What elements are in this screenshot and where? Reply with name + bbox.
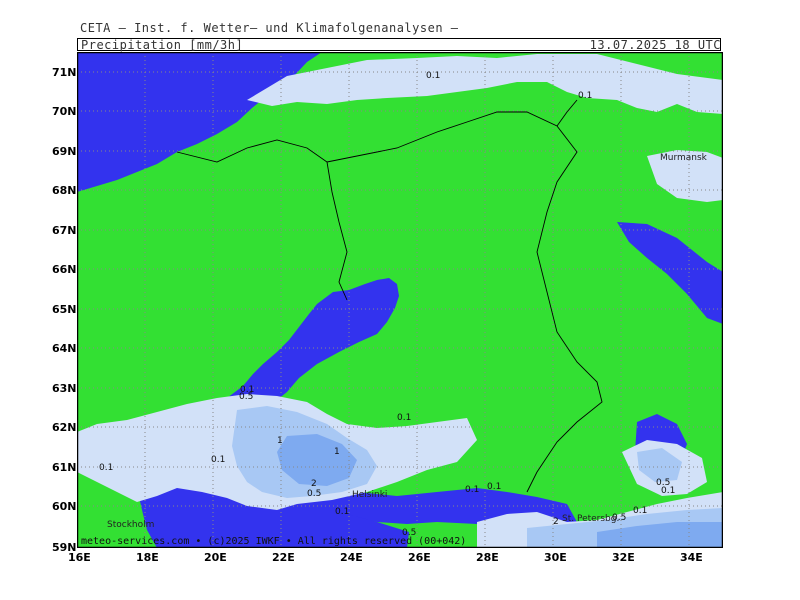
- lon-label: 34E: [680, 551, 703, 564]
- lon-label: 24E: [340, 551, 363, 564]
- lat-label: 67N: [52, 224, 77, 237]
- lat-label: 69N: [52, 145, 77, 158]
- lon-label: 28E: [476, 551, 499, 564]
- lat-label: 63N: [52, 382, 77, 395]
- latitude-labels: 71N 70N 69N 68N 67N 66N 65N 64N 63N 62N …: [52, 66, 77, 554]
- lon-label: 16E: [68, 551, 91, 564]
- lat-label: 60N: [52, 500, 77, 513]
- lat-label: 71N: [52, 66, 77, 79]
- lon-label: 18E: [136, 551, 159, 564]
- axis-labels: 71N 70N 69N 68N 67N 66N 65N 64N 63N 62N …: [52, 66, 703, 564]
- lat-label: 65N: [52, 303, 77, 316]
- lat-label: 70N: [52, 105, 77, 118]
- lat-label: 68N: [52, 184, 77, 197]
- lon-label: 22E: [272, 551, 295, 564]
- longitude-labels: 16E 18E 20E 22E 24E 26E 28E 30E 32E 34E: [68, 551, 703, 564]
- lat-label: 62N: [52, 421, 77, 434]
- lon-label: 32E: [612, 551, 635, 564]
- lon-label: 20E: [204, 551, 227, 564]
- lon-label: 30E: [544, 551, 567, 564]
- lat-label: 61N: [52, 461, 77, 474]
- lat-label: 64N: [52, 342, 77, 355]
- lon-label: 26E: [408, 551, 431, 564]
- lat-label: 66N: [52, 263, 77, 276]
